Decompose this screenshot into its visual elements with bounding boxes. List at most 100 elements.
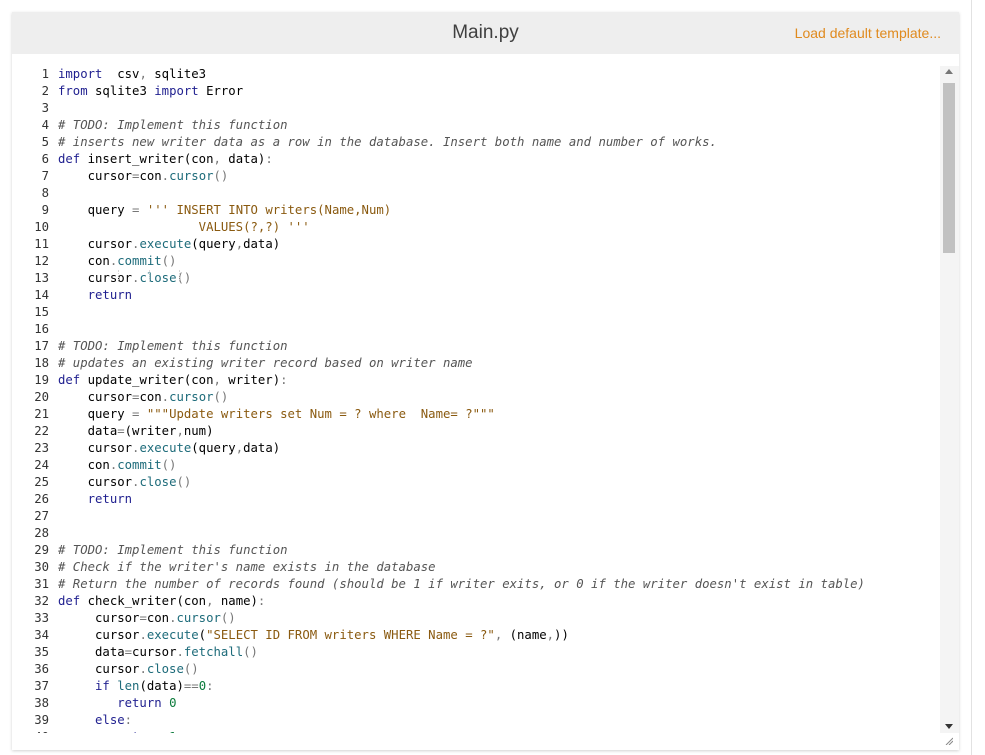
code-text[interactable]: # Check if the writer's name exists in t… <box>58 559 436 576</box>
code-line[interactable]: 35 data=cursor.fetchall() <box>12 644 940 661</box>
code-text[interactable]: def insert_writer(con, data): <box>58 151 273 168</box>
vertical-scrollbar[interactable] <box>940 66 959 733</box>
code-text[interactable]: # inserts new writer data as a row in th… <box>58 134 717 151</box>
code-text[interactable]: cursor=con.cursor() <box>58 168 229 185</box>
code-line[interactable]: 19 def update_writer(con, writer): <box>12 372 940 389</box>
code-line[interactable]: 8 <box>12 185 940 202</box>
code-text[interactable]: con.commit() <box>58 253 177 270</box>
code-token: cursor <box>58 169 133 183</box>
code-text[interactable]: VALUES(?,?) ''' <box>58 219 310 236</box>
code-line[interactable]: 10 VALUES(?,?) ''' <box>12 219 940 236</box>
code-token: insert_writer(con <box>80 152 214 166</box>
code-text[interactable]: cursor=con.cursor() <box>58 389 229 406</box>
code-line[interactable]: 7 cursor=con.cursor() <box>12 168 940 185</box>
code-line[interactable]: 11 cursor.execute(query,data) <box>12 236 940 253</box>
code-token: # TODO: Implement this function <box>58 543 288 557</box>
code-text[interactable]: cursor.close() <box>58 474 192 491</box>
code-text[interactable]: from sqlite3 import Error <box>58 83 243 100</box>
code-text[interactable]: def check_writer(con, name): <box>58 593 265 610</box>
code-text[interactable]: data=(writer,num) <box>58 423 214 440</box>
code-text[interactable]: return 0 <box>58 695 176 712</box>
code-token: cursor <box>58 611 140 625</box>
code-text[interactable]: # TODO: Implement this function <box>58 117 288 134</box>
code-text[interactable]: # Return the number of records found (sh… <box>58 576 865 593</box>
scrollbar-thumb[interactable] <box>943 83 955 253</box>
code-line[interactable]: 21 query = """Update writers set Num = ?… <box>12 406 940 423</box>
code-line[interactable]: 14 return <box>12 287 940 304</box>
scroll-up-arrow-icon[interactable] <box>945 69 953 74</box>
code-text[interactable]: data=cursor.fetchall() <box>58 644 258 661</box>
code-token: data) <box>243 237 281 251</box>
code-line[interactable]: 18 # updates an existing writer record ba… <box>12 355 940 372</box>
code-text[interactable]: # updates an existing writer record base… <box>58 355 473 372</box>
code-line[interactable]: 17 # TODO: Implement this function <box>12 338 940 355</box>
code-line[interactable]: 39 else: <box>12 712 940 729</box>
code-line[interactable]: 28 <box>12 525 940 542</box>
code-line[interactable]: 27 <box>12 508 940 525</box>
code-editor[interactable]: 1 import csv, sqlite3 2 from sqlite3 import… <box>12 66 959 733</box>
line-number: 20 <box>34 390 49 404</box>
code-token: # TODO: Implement this function <box>58 339 288 353</box>
code-token: cursor <box>132 645 177 659</box>
code-line[interactable]: 9 query = ''' INSERT INTO writers(Name,N… <box>12 202 940 219</box>
code-token: execute <box>139 237 192 251</box>
code-line[interactable]: 34 cursor.execute("SELECT ID FROM writer… <box>12 627 940 644</box>
code-line[interactable]: 20 cursor=con.cursor() <box>12 389 940 406</box>
code-text[interactable]: cursor.execute(query,data) <box>58 440 281 457</box>
code-line[interactable]: 36 cursor.close() <box>12 661 940 678</box>
code-line[interactable]: 4 # TODO: Implement this function <box>12 117 940 134</box>
code-line[interactable]: 25 cursor.close() <box>12 474 940 491</box>
code-line[interactable]: 5 # inserts new writer data as a row in t… <box>12 134 940 151</box>
code-token: close <box>139 475 177 489</box>
code-text[interactable]: # TODO: Implement this function <box>58 338 288 355</box>
code-text[interactable]: cursor.execute(query,data) <box>58 236 281 253</box>
code-text[interactable]: else: <box>58 712 132 729</box>
line-number: 13 <box>34 271 49 285</box>
line-number: 29 <box>34 543 49 557</box>
code-line[interactable]: 33 cursor=con.cursor() <box>12 610 940 627</box>
line-number: 7 <box>41 169 49 183</box>
code-line[interactable]: 15 <box>12 304 940 321</box>
code-text[interactable]: return 1 <box>58 729 176 733</box>
line-number: 11 <box>34 237 49 251</box>
code-line[interactable]: 3 <box>12 100 940 117</box>
code-text[interactable]: def update_writer(con, writer): <box>58 372 288 389</box>
code-line[interactable]: 38 return 0 <box>12 695 940 712</box>
code-line[interactable]: 40 return 1 <box>12 729 940 733</box>
code-line[interactable]: 2 from sqlite3 import Error <box>12 83 940 100</box>
code-token: cursor <box>169 390 214 404</box>
resize-handle-icon[interactable] <box>945 737 953 745</box>
code-line[interactable]: 37 if len(data)==0: <box>12 678 940 695</box>
code-text[interactable]: return <box>58 287 132 304</box>
code-text[interactable]: con.commit() <box>58 457 177 474</box>
code-text[interactable]: import csv, sqlite3 <box>58 66 206 83</box>
code-line[interactable]: 16 <box>12 321 940 338</box>
code-line[interactable]: 1 import csv, sqlite3 <box>12 66 940 83</box>
code-line[interactable]: 6 def insert_writer(con, data): <box>12 151 940 168</box>
code-line[interactable]: 12 con.commit() <box>12 253 940 270</box>
line-number: 35 <box>34 645 49 659</box>
code-token: cursor <box>169 169 214 183</box>
code-text[interactable]: cursor.execute("SELECT ID FROM writers W… <box>58 627 569 644</box>
scroll-down-arrow-icon[interactable] <box>945 724 953 729</box>
code-line[interactable]: 30 # Check if the writer's name exists in… <box>12 559 940 576</box>
code-lines[interactable]: 1 import csv, sqlite3 2 from sqlite3 import… <box>12 66 940 733</box>
code-text[interactable]: # TODO: Implement this function <box>58 542 288 559</box>
code-token: sqlite3 <box>87 84 155 98</box>
code-line[interactable]: 23 cursor.execute(query,data) <box>12 440 940 457</box>
load-default-template-link[interactable]: Load default template... <box>795 12 941 54</box>
code-line[interactable]: 29 # TODO: Implement this function <box>12 542 940 559</box>
code-text[interactable]: return <box>58 491 132 508</box>
code-line[interactable]: 22 data=(writer,num) <box>12 423 940 440</box>
code-token: == <box>183 679 199 693</box>
code-text[interactable]: if len(data)==0: <box>58 678 213 695</box>
code-line[interactable]: 26 return <box>12 491 940 508</box>
code-line[interactable]: 31 # Return the number of records found (… <box>12 576 940 593</box>
code-text[interactable]: query = ''' INSERT INTO writers(Name,Num… <box>58 202 392 219</box>
code-text[interactable]: cursor.close() <box>58 661 199 678</box>
code-token: import <box>154 84 199 98</box>
code-line[interactable]: 32 def check_writer(con, name): <box>12 593 940 610</box>
code-text[interactable]: query = """Update writers set Num = ? wh… <box>58 406 495 423</box>
code-text[interactable]: cursor=con.cursor() <box>58 610 236 627</box>
code-line[interactable]: 24 con.commit() <box>12 457 940 474</box>
